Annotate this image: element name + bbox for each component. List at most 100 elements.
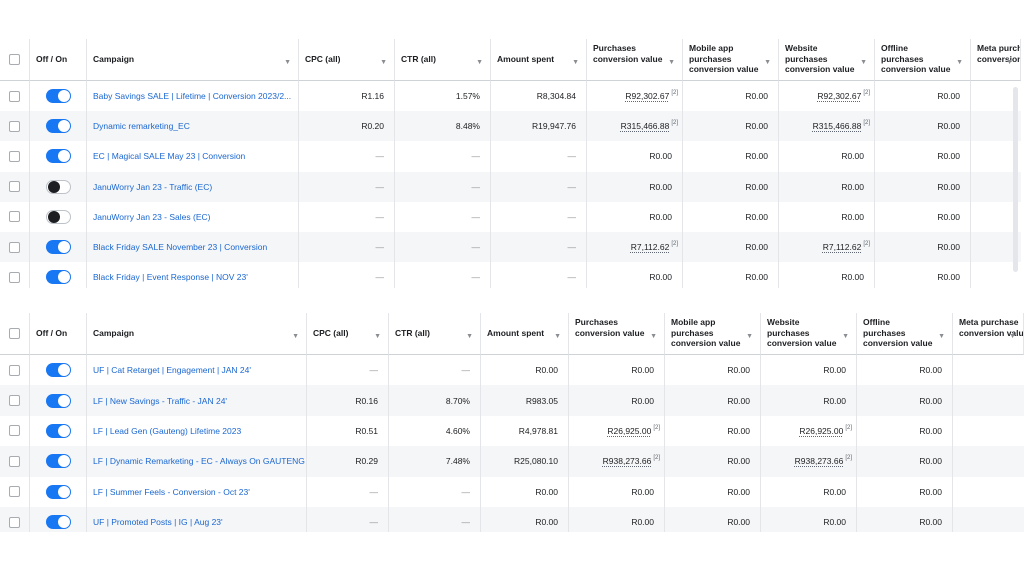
row-checkbox[interactable] — [9, 425, 20, 437]
campaign-name-link[interactable]: LF | Summer Feels - Conversion - Oct 23' — [87, 476, 307, 507]
column-header[interactable]: Amount spent ▼ — [481, 313, 569, 355]
chevron-down-icon[interactable]: ▼ — [956, 58, 963, 69]
chevron-down-icon[interactable]: ▼ — [938, 332, 945, 343]
website-purchases-value[interactable]: R7,112.62 — [823, 242, 862, 252]
purchases-conversion-value[interactable]: R92,302.67 — [625, 91, 669, 101]
row-checkbox[interactable] — [9, 241, 20, 253]
chevron-down-icon[interactable]: ▼ — [764, 58, 771, 69]
website-purchases-value[interactable]: R92,302.67 — [817, 91, 861, 101]
row-checkbox[interactable] — [9, 395, 20, 407]
campaign-toggle[interactable] — [45, 240, 71, 255]
column-header[interactable]: Website purchases conversion value ▼ — [779, 39, 875, 81]
campaign-name-link[interactable]: Dynamic remarketing_EC — [87, 111, 299, 142]
purchases-conversion-value[interactable]: R7,112.62 — [631, 242, 670, 252]
row-checkbox[interactable] — [9, 181, 20, 193]
column-header[interactable]: Website purchases conversion value ▼ — [761, 313, 857, 355]
campaign-name-link[interactable]: LF | Dynamic Remarketing - EC - Always O… — [87, 446, 307, 477]
chevron-down-icon[interactable]: ▼ — [380, 58, 387, 69]
campaign-name-link[interactable]: LF | New Savings - Traffic - JAN 24' — [87, 385, 307, 416]
campaign-toggle[interactable] — [45, 209, 71, 224]
chevron-down-icon[interactable]: ▼ — [374, 332, 381, 343]
purchases-conversion-value[interactable]: R26,925.00 — [607, 426, 651, 436]
campaign-name-link[interactable]: Black Friday SALE November 23 | Conversi… — [87, 231, 299, 263]
chevron-down-icon[interactable]: ▼ — [860, 58, 867, 69]
row-checkbox[interactable] — [9, 271, 20, 283]
purchases-conversion-value[interactable]: R938,273.66 — [603, 456, 652, 466]
top-scrollbar[interactable] — [1013, 87, 1018, 272]
campaign-name-link[interactable]: UF | Cat Retarget | Engagement | JAN 24' — [87, 355, 307, 386]
row-checkbox[interactable] — [9, 486, 20, 498]
offline-purchases-value: R0.00 — [919, 395, 942, 406]
purchases-conversion-value: R0.00 — [631, 486, 654, 497]
row-checkbox[interactable] — [9, 455, 20, 467]
chevron-down-icon[interactable]: ▼ — [668, 58, 675, 69]
row-checkbox[interactable] — [9, 150, 20, 162]
chevron-down-icon[interactable]: ▼ — [746, 332, 753, 343]
chevron-down-icon[interactable]: ▼ — [1009, 332, 1016, 343]
select-all-checkbox[interactable] — [9, 54, 20, 65]
campaign-toggle[interactable] — [45, 119, 71, 134]
column-header[interactable]: Amount spent ▼ — [491, 39, 587, 81]
chevron-down-icon[interactable]: ▼ — [284, 58, 291, 69]
campaign-toggle[interactable] — [45, 484, 71, 499]
row-checkbox[interactable] — [9, 516, 20, 528]
toggle-knob — [57, 90, 70, 103]
row-checkbox[interactable] — [9, 90, 20, 102]
row-checkbox[interactable] — [9, 211, 20, 223]
column-header[interactable]: CPC (all) ▼ — [299, 39, 395, 81]
column-header[interactable]: Mobile app purchases conversion value ▼ — [683, 39, 779, 81]
purchases-conversion-value: R0.00 — [649, 181, 672, 192]
column-header[interactable]: Off / On — [30, 39, 87, 81]
chevron-down-icon[interactable]: ▼ — [554, 332, 561, 343]
chevron-down-icon[interactable]: ▼ — [292, 332, 299, 343]
campaign-name-link[interactable]: LF | Lead Gen (Gauteng) Lifetime 2023 — [87, 415, 307, 447]
column-header[interactable]: Meta purchase conversion value▼ — [971, 39, 1021, 81]
campaign-name-link[interactable]: JanuWorry Jan 23 - Traffic (EC) — [87, 171, 299, 202]
column-header[interactable]: CTR (all) ▼ — [395, 39, 491, 81]
campaign-toggle[interactable] — [45, 179, 71, 194]
website-purchases-value[interactable]: R938,273.66 — [795, 456, 844, 466]
chevron-down-icon[interactable]: ▼ — [572, 58, 579, 69]
column-header[interactable]: CPC (all) ▼ — [307, 313, 389, 355]
campaign-toggle[interactable] — [45, 515, 71, 530]
purchases-conversion-value[interactable]: R315,466.88 — [621, 121, 670, 131]
campaign-toggle[interactable] — [45, 270, 71, 285]
campaign-toggle[interactable] — [45, 89, 71, 104]
campaign-name-link[interactable]: UF | Promoted Posts | IG | Aug 23' — [87, 506, 307, 532]
chevron-down-icon[interactable]: ▼ — [1006, 58, 1013, 69]
campaign-toggle[interactable] — [45, 149, 71, 164]
column-header[interactable]: Purchases conversion value ▼ — [587, 39, 683, 81]
campaign-toggle[interactable] — [45, 423, 71, 438]
campaign-toggle[interactable] — [45, 454, 71, 469]
campaign-name-link[interactable]: EC | Magical SALE May 23 | Conversion — [87, 141, 299, 172]
column-header[interactable]: Offline purchases conversion value ▼ — [875, 39, 971, 81]
chevron-down-icon[interactable]: ▼ — [650, 332, 657, 343]
column-header[interactable]: Meta purchase conversion value▼ — [953, 313, 1024, 355]
column-header[interactable]: Purchases conversion value ▼ — [569, 313, 665, 355]
campaign-toggle[interactable] — [45, 363, 71, 378]
column-header[interactable]: Campaign ▼ — [87, 313, 307, 355]
campaign-name-link[interactable]: Baby Savings SALE | Lifetime | Conversio… — [87, 81, 299, 112]
chevron-down-icon[interactable]: ▼ — [842, 332, 849, 343]
website-purchases-value-cell: R315,466.88 [2] — [779, 111, 875, 142]
column-header[interactable]: Off / On — [30, 313, 87, 355]
campaign-name-link[interactable]: Black Friday | Event Response | NOV 23' — [87, 262, 299, 288]
select-all-checkbox[interactable] — [9, 328, 20, 339]
row-checkbox[interactable] — [9, 120, 20, 132]
column-header[interactable]: Campaign ▼ — [87, 39, 299, 81]
chevron-down-icon[interactable]: ▼ — [476, 58, 483, 69]
campaign-toggle[interactable] — [45, 393, 71, 408]
offline-purchases-value-cell: R0.00 — [857, 385, 953, 416]
website-purchases-value[interactable]: R26,925.00 — [799, 426, 843, 436]
attribution-note: [2] — [863, 120, 870, 127]
toggle-knob — [57, 150, 70, 163]
campaign-toggle-cell — [30, 141, 87, 172]
chevron-down-icon[interactable]: ▼ — [466, 332, 473, 343]
campaign-name-link[interactable]: JanuWorry Jan 23 - Sales (EC) — [87, 201, 299, 232]
offline-purchases-value-cell: R0.00 — [857, 476, 953, 507]
column-header[interactable]: Mobile app purchases conversion value ▼ — [665, 313, 761, 355]
column-header[interactable]: Offline purchases conversion value ▼ — [857, 313, 953, 355]
row-checkbox[interactable] — [9, 364, 20, 376]
column-header[interactable]: CTR (all) ▼ — [389, 313, 481, 355]
website-purchases-value[interactable]: R315,466.88 — [813, 121, 862, 131]
